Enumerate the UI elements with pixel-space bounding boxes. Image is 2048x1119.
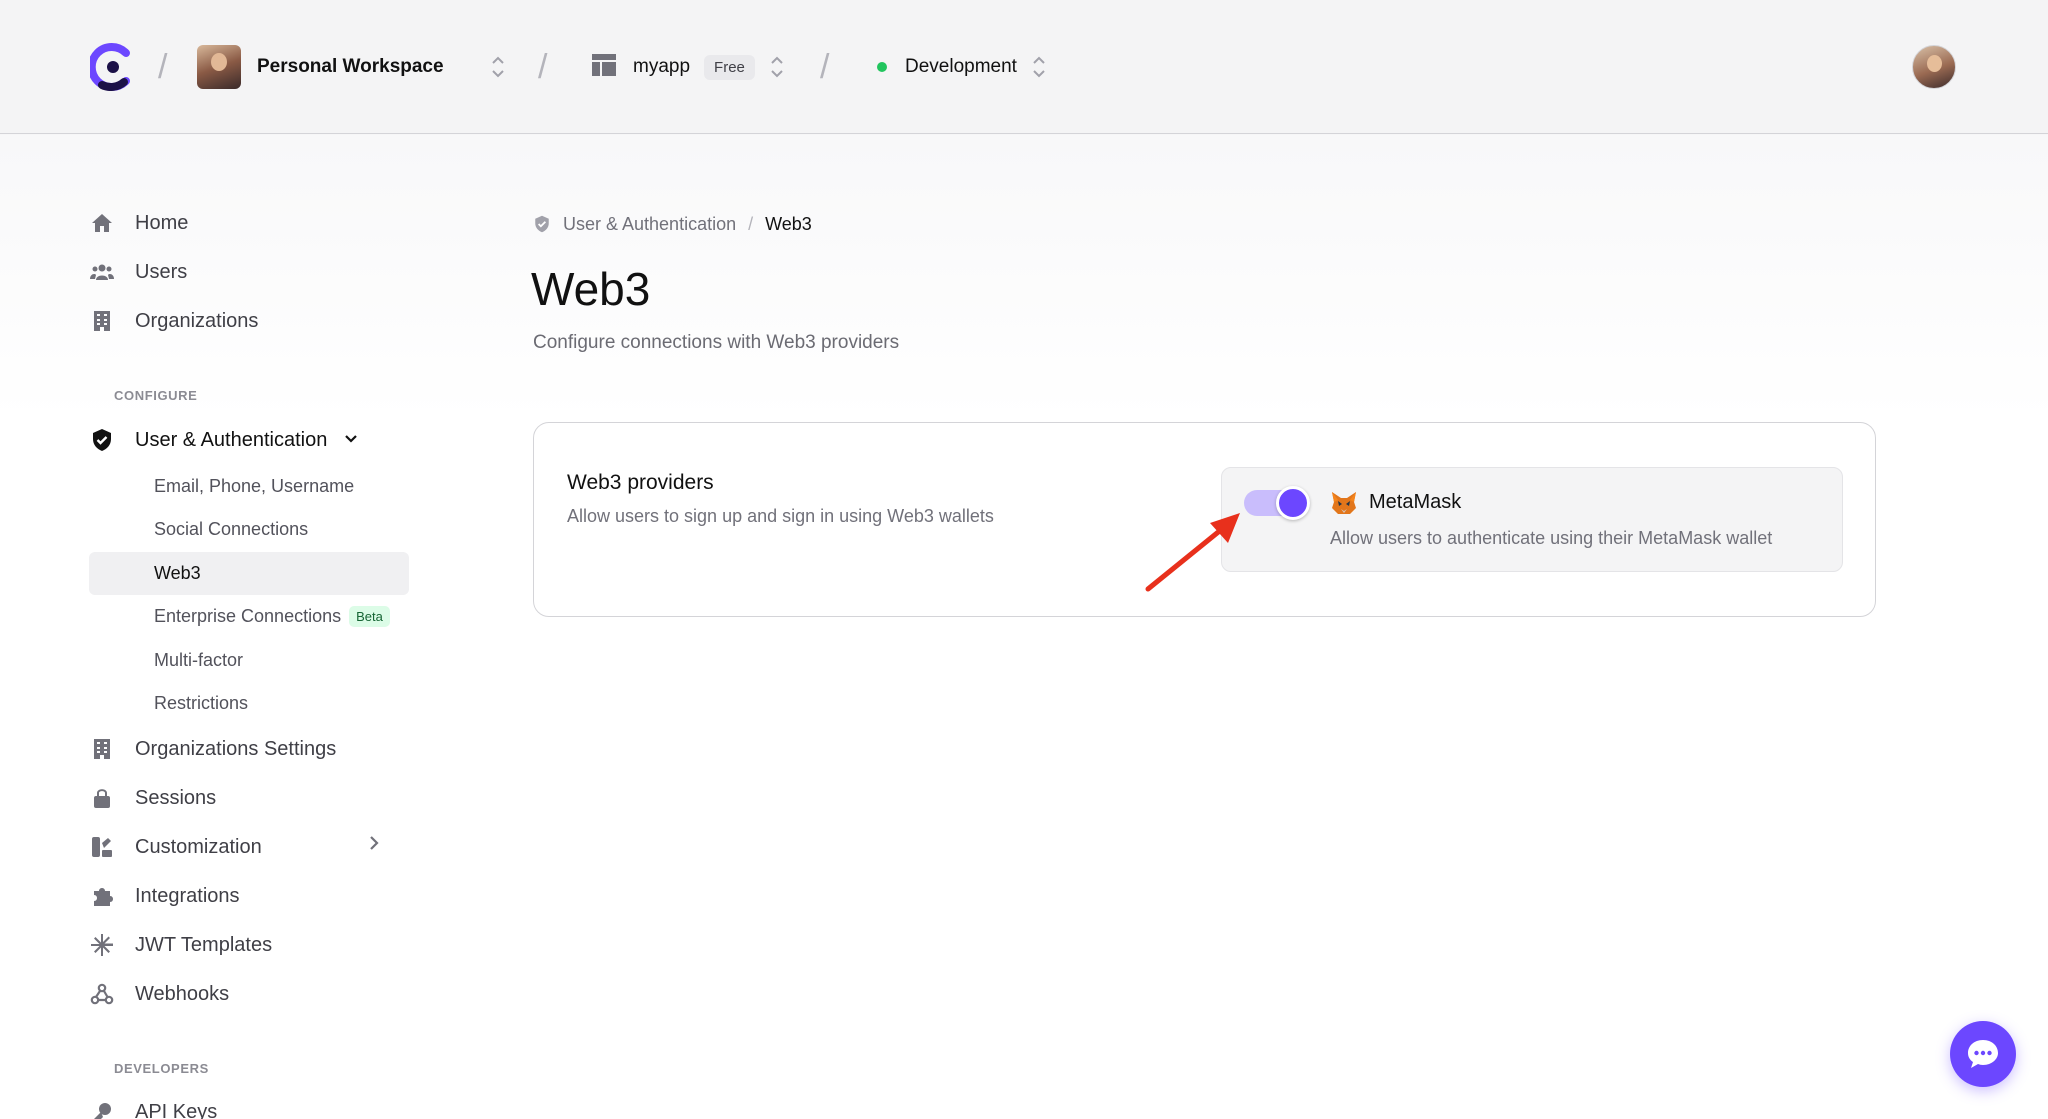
puzzle-icon [89, 883, 115, 909]
sidebar-item-home[interactable]: Home [89, 203, 188, 243]
sidebar-subitem-social-connections[interactable]: Social Connections [154, 511, 308, 547]
support-chat-button[interactable] [1950, 1021, 2016, 1087]
sidebar-item-sessions[interactable]: Sessions [89, 778, 216, 818]
shield-check-icon [89, 427, 115, 453]
lock-icon [89, 785, 115, 811]
users-icon [89, 259, 115, 285]
key-icon [89, 1099, 115, 1119]
page-subtitle: Configure connections with Web3 provider… [533, 332, 900, 353]
workspace-switcher[interactable]: Personal Workspace [197, 0, 506, 134]
sidebar-item-integrations[interactable]: Integrations [89, 876, 240, 916]
sidebar-item-jwt-templates[interactable]: JWT Templates [89, 925, 272, 965]
sidebar-subitem-restrictions[interactable]: Restrictions [154, 685, 248, 721]
chevron-right-icon [366, 833, 382, 859]
user-avatar[interactable] [1912, 45, 1956, 89]
toggle-knob [1276, 486, 1310, 520]
environment-switcher[interactable]: Development [877, 0, 1047, 134]
app-switcher[interactable]: myapp Free [591, 0, 785, 134]
section-label-configure: CONFIGURE [114, 388, 198, 403]
sidebar-item-customization[interactable]: Customization [89, 827, 262, 867]
sidebar-subitem-email-phone-username[interactable]: Email, Phone, Username [154, 468, 354, 504]
card-description: Allow users to sign up and sign in using… [567, 506, 994, 526]
plan-badge: Free [704, 54, 755, 80]
app-window: / Personal Workspace / myapp Free / Deve… [0, 0, 2048, 1119]
page-title: Web3 [531, 263, 651, 315]
clerk-logo[interactable] [90, 0, 134, 134]
breadcrumb-separator: / [748, 213, 754, 234]
beta-badge: Beta [349, 605, 390, 627]
sidebar-item-label: Enterprise Connections [154, 605, 342, 626]
chevron-down-icon [343, 429, 359, 452]
top-bar: / Personal Workspace / myapp Free / Deve… [0, 0, 2048, 134]
clerk-logo-icon [90, 43, 130, 91]
sidebar-item-api-keys[interactable]: API Keys [89, 1092, 217, 1119]
sidebar-item-webhooks[interactable]: Webhooks [89, 974, 229, 1014]
sidebar-item-label: Integrations [135, 884, 240, 907]
provider-description: Allow users to authenticate using their … [1330, 528, 1773, 548]
breadcrumb-separator: / [820, 47, 830, 86]
asterisk-icon [89, 932, 115, 958]
sidebar-item-organizations-settings[interactable]: Organizations Settings [89, 729, 336, 769]
sidebar-item-label: Customization [135, 835, 262, 858]
environment-name: Development [905, 56, 1017, 77]
app-layout-icon [591, 53, 617, 82]
breadcrumb-current: Web3 [765, 213, 812, 234]
workspace-name: Personal Workspace [257, 56, 444, 77]
workspace-avatar [197, 45, 241, 89]
sidebar-item-label: Home [135, 211, 189, 234]
chat-bubble-icon [1968, 1040, 1998, 1068]
annotation-arrow-icon [1145, 513, 1240, 592]
building-icon [89, 308, 115, 334]
sidebar-item-users[interactable]: Users [89, 252, 187, 292]
breadcrumb-separator: / [538, 47, 548, 86]
chevron-updown-icon [769, 54, 785, 80]
shield-check-icon [533, 214, 551, 234]
sidebar-subitem-enterprise-connections[interactable]: Enterprise Connections Beta [154, 598, 390, 634]
provider-name: MetaMask [1369, 491, 1462, 513]
breadcrumb: User & Authentication / Web3 [533, 210, 812, 238]
sidebar-item-user-authentication[interactable]: User & Authentication [89, 420, 359, 460]
webhook-icon [89, 981, 115, 1007]
sidebar-item-label: User & Authentication [135, 428, 328, 451]
sidebar: Home Users Organizations CONFIGURE User … [0, 135, 420, 1119]
sidebar-item-label: Organizations [135, 309, 259, 332]
chevron-updown-icon [490, 54, 506, 80]
sidebar-item-label: Sessions [135, 786, 217, 809]
sidebar-item-label: API Keys [135, 1100, 218, 1119]
card-title: Web3 providers [567, 471, 714, 494]
sidebar-item-organizations[interactable]: Organizations [89, 301, 258, 341]
brush-icon [89, 834, 115, 860]
sidebar-item-label: Organizations Settings [135, 737, 337, 760]
breadcrumb-separator: / [158, 47, 168, 86]
sidebar-subitem-web3[interactable]: Web3 [154, 555, 201, 591]
breadcrumb-parent-link[interactable]: User & Authentication [563, 214, 736, 235]
sidebar-item-label: Webhooks [135, 982, 230, 1005]
sidebar-active-highlight [89, 552, 409, 595]
sidebar-subitem-multi-factor[interactable]: Multi-factor [154, 642, 243, 678]
section-label-developers: DEVELOPERS [114, 1061, 209, 1076]
metamask-fox-icon [1332, 492, 1356, 514]
provider-metamask: MetaMask Allow users to authenticate usi… [1221, 467, 1843, 572]
sidebar-item-label: Users [135, 260, 188, 283]
metamask-toggle[interactable] [1244, 486, 1310, 520]
sidebar-item-label: JWT Templates [135, 933, 273, 956]
app-name: myapp [633, 56, 691, 77]
chevron-updown-icon [1031, 54, 1047, 80]
building-icon [89, 736, 115, 762]
home-icon [89, 210, 115, 236]
environment-status-dot [877, 62, 887, 72]
